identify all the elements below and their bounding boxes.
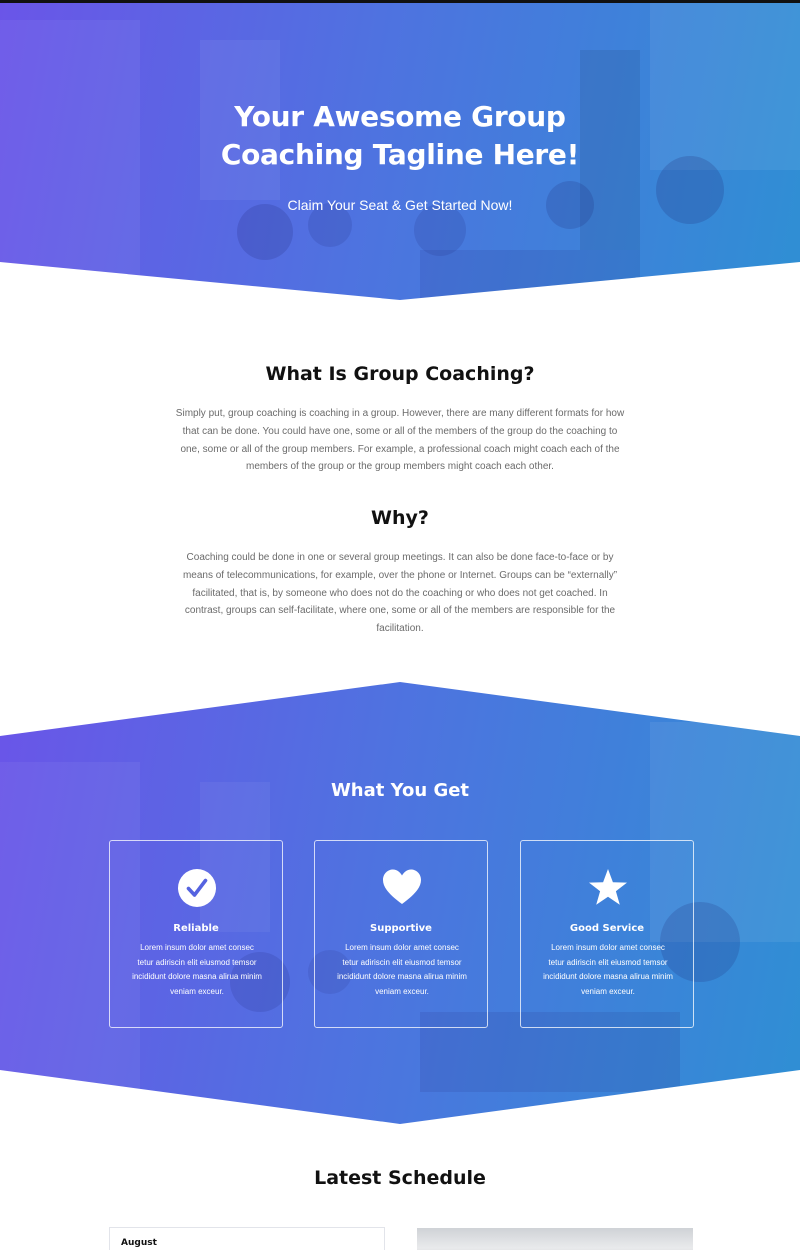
check-circle-icon xyxy=(178,869,216,907)
feature-card-title: Good Service xyxy=(569,923,645,934)
schedule-calendar-card[interactable]: August xyxy=(109,1227,385,1250)
schedule-heading: Latest Schedule xyxy=(314,1167,486,1189)
feature-card-title: Reliable xyxy=(173,923,219,934)
feature-card-title: Supportive xyxy=(370,923,432,934)
hero-title: Your Awesome Group Coaching Tagline Here… xyxy=(0,98,800,174)
feature-card-text: Lorem insum dolor amet consec tetur adir… xyxy=(543,943,673,997)
intro-heading: What Is Group Coaching? xyxy=(265,363,535,385)
why-heading: Why? xyxy=(371,507,429,529)
feature-card-reliable: Reliable Lorem insum dolor amet consec t… xyxy=(109,840,283,1028)
star-icon xyxy=(589,869,627,905)
hero-title-line1: Your Awesome Group xyxy=(234,100,566,133)
features-heading: What You Get xyxy=(330,780,470,801)
feature-card-text: Lorem insum dolor amet consec tetur adir… xyxy=(132,943,262,997)
feature-card-good-service: Good Service Lorem insum dolor amet cons… xyxy=(520,840,694,1028)
feature-card-supportive: Supportive Lorem insum dolor amet consec… xyxy=(314,840,488,1028)
features-section: What You Get Reliable Lorem insum dolor … xyxy=(0,682,800,1124)
feature-card-text: Lorem insum dolor amet consec tetur adir… xyxy=(337,943,467,997)
hero-section: Your Awesome Group Coaching Tagline Here… xyxy=(0,0,800,300)
schedule-photo xyxy=(417,1228,693,1250)
top-border xyxy=(0,0,800,3)
hero-subtitle: Claim Your Seat & Get Started Now! xyxy=(287,197,513,213)
heart-icon xyxy=(383,869,421,904)
intro-paragraph: Simply put, group coaching is coaching i… xyxy=(175,408,625,473)
why-paragraph: Coaching could be done in one or several… xyxy=(182,552,618,635)
hero-title-line2: Coaching Tagline Here! xyxy=(220,138,580,171)
schedule-month-label: August xyxy=(121,1238,157,1248)
